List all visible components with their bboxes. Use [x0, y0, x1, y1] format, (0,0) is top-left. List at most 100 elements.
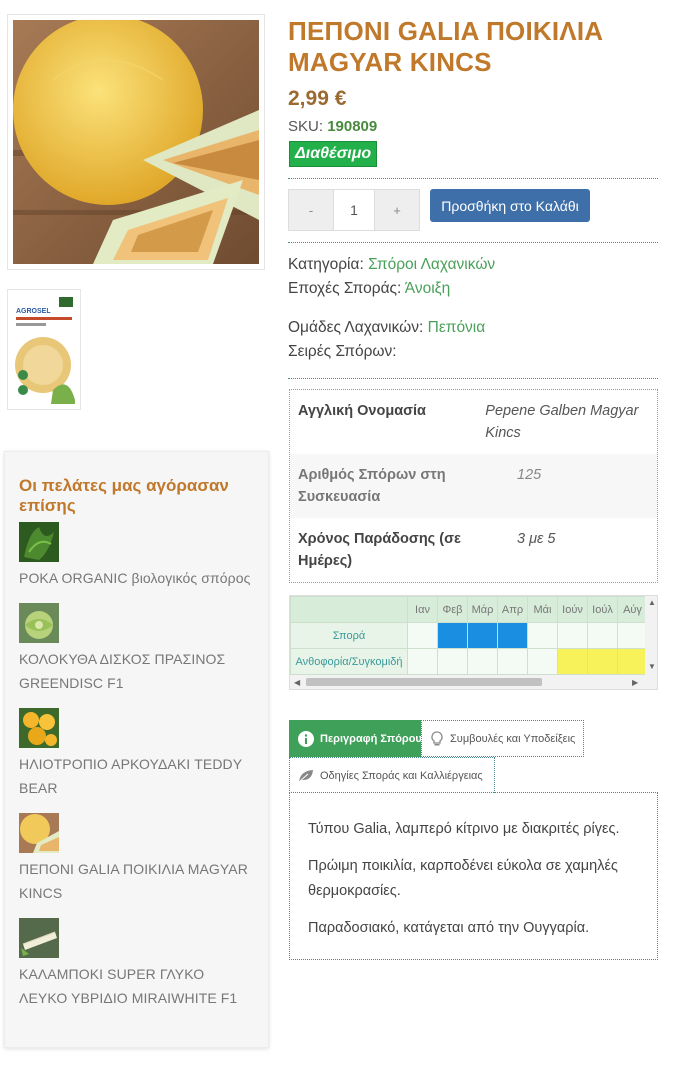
divider — [288, 378, 658, 379]
month-header: Μάρ — [467, 596, 498, 623]
product-thumb[interactable] — [19, 602, 59, 643]
calendar-cell-active — [497, 622, 528, 649]
product-thumbnail[interactable]: AGROSEL — [7, 289, 81, 410]
scrollbar-thumb[interactable] — [306, 678, 542, 686]
attribute-key: Χρόνος Παράδοσης (σε Ημέρες) — [298, 531, 461, 569]
tab-tips[interactable]: Συμβουλές και Υποδείξεις — [421, 720, 584, 757]
divider — [288, 178, 658, 179]
description-paragraph: Τύπου Galia, λαμπερό κίτρινο με διακριτέ… — [308, 821, 620, 837]
tab-panel-description: Τύπου Galia, λαμπερό κίτρινο με διακριτέ… — [289, 792, 658, 960]
month-header: Μάι — [527, 596, 558, 623]
calendar-header-row: Ιαν Φεβ Μάρ Απρ Μάι Ιούν Ιούλ Αύγ — [290, 596, 648, 623]
groups-label: Ομάδες Λαχανικών: — [288, 319, 424, 336]
product-sku: SKU: 190809 — [288, 118, 377, 135]
product-price: 2,99 € — [288, 87, 347, 110]
product-title: ΠΕΠΟΝΙ GALIA ΠΟΙΚΙΛΙΑ MAGYAR KINCS — [288, 16, 604, 77]
calendar-cell-active — [557, 648, 588, 675]
product-thumb[interactable] — [19, 522, 59, 562]
calendar-cell-active — [617, 648, 648, 675]
add-to-cart-button[interactable]: Προσθήκη στο Καλάθι — [430, 189, 590, 222]
calendar-row-sowing: Σπορά — [290, 622, 648, 649]
related-item[interactable]: ΚΑΛΑΜΠΟΚΙ SUPER ΓΛΥΚΟ ΛΕΥΚΟ ΥΒΡΙΔΙΟ MIRA… — [19, 917, 254, 1011]
tab-description[interactable]: Περιγραφή Σπόρου — [289, 720, 422, 757]
related-item[interactable]: ΚΟΛΟΚΥΘΑ ΔΙΣΚΟΣ ΠΡΑΣΙΝΟΣ GREENDISC F1 — [19, 602, 254, 696]
category-label: Κατηγορία: — [288, 256, 364, 273]
horizontal-scrollbar[interactable]: ◀ ▶ — [290, 675, 657, 689]
related-products-sidebar: Οι πελάτες μας αγόρασαν επίσης ΡΟΚΑ ORGA… — [4, 451, 269, 1048]
calendar-cell — [527, 622, 558, 649]
sidebar-title: Οι πελάτες μας αγόρασαν επίσης — [19, 476, 229, 515]
calendar-corner — [290, 596, 408, 623]
category-link[interactable]: Σπόροι Λαχανικών — [368, 256, 495, 273]
groups-link[interactable]: Πεπόνια — [428, 319, 486, 336]
qty-input[interactable]: 1 — [333, 190, 375, 230]
tab-label: Περιγραφή Σπόρου — [320, 732, 422, 745]
tab-label: Οδηγίες Σποράς και Καλλιέργειας — [320, 769, 483, 782]
seed-packet-image: AGROSEL — [13, 295, 75, 404]
category-row: Κατηγορία: Σπόροι Λαχανικών — [288, 253, 495, 277]
product-main-image[interactable] — [7, 14, 265, 270]
attribute-value: 3 με 5 — [517, 531, 556, 547]
season-row: Εποχές Σποράς: Άνοιξη — [288, 277, 450, 301]
calendar-cell-active — [467, 622, 498, 649]
season-label: Εποχές Σποράς: — [288, 280, 402, 297]
scroll-up-icon[interactable]: ▲ — [648, 598, 656, 607]
scroll-down-icon[interactable]: ▼ — [648, 662, 656, 671]
attribute-value: 125 — [517, 467, 542, 483]
tab-instructions[interactable]: Οδηγίες Σποράς και Καλλιέργειας — [289, 757, 495, 793]
month-header: Απρ — [497, 596, 528, 623]
attribute-row: Αγγλική Ονομασία Pepene Galben Magyar Ki… — [290, 390, 657, 454]
calendar-cell — [437, 648, 468, 675]
series-label: Σειρές Σπόρων: — [288, 343, 397, 360]
calendar-cell — [407, 622, 438, 649]
related-item-name[interactable]: ΠΕΠΟΝΙ GALIA ΠΟΙΚΙΛΙΑ MAGYAR KINCS — [19, 857, 254, 906]
vertical-scrollbar[interactable]: ▲ ▼ — [645, 596, 657, 676]
related-item-name[interactable]: ΡΟΚΑ ORGANIC βιολογικός σπόρος — [19, 566, 254, 591]
svg-text:AGROSEL: AGROSEL — [16, 308, 51, 315]
description-paragraph: Πρώιμη ποικιλία, καρποδένει εύκολα σε χα… — [308, 858, 618, 899]
related-item-name[interactable]: ΚΟΛΟΚΥΘΑ ΔΙΣΚΟΣ ΠΡΑΣΙΝΟΣ GREENDISC F1 — [19, 647, 254, 696]
calendar-cell-active — [437, 622, 468, 649]
attribute-row: Αριθμός Σπόρων στη Συσκευασία 125 — [290, 454, 657, 518]
info-icon — [298, 730, 314, 747]
product-thumb[interactable] — [19, 707, 59, 748]
scroll-left-icon[interactable]: ◀ — [294, 678, 300, 687]
calendar-row-label: Ανθοφορία/Συγκομιδή — [290, 648, 408, 675]
divider — [288, 242, 658, 243]
calendar-cell — [497, 648, 528, 675]
product-thumb[interactable] — [19, 917, 59, 958]
month-header: Ιαν — [407, 596, 438, 623]
quantity-stepper[interactable]: - 1 + — [288, 189, 420, 231]
calendar-row-label: Σπορά — [290, 622, 408, 649]
related-item[interactable]: ΗΛΙΟΤΡΟΠΙΟ ΑΡΚΟΥΔΑΚΙ TEDDY BEAR — [19, 707, 254, 801]
related-item[interactable]: ΠΕΠΟΝΙ GALIA ΠΟΙΚΙΛΙΑ MAGYAR KINCS — [19, 812, 254, 906]
description-paragraph: Παραδοσιακό, κατάγεται από την Ουγγαρία. — [308, 920, 590, 936]
scroll-right-icon[interactable]: ▶ — [632, 678, 638, 687]
calendar-cell — [617, 622, 648, 649]
month-header: Αύγ — [617, 596, 648, 623]
month-header: Ιούλ — [587, 596, 618, 623]
month-header: Ιούν — [557, 596, 588, 623]
product-thumb[interactable] — [19, 812, 59, 853]
stock-badge: Διαθέσιμο — [289, 141, 378, 167]
sku-value: 190809 — [327, 118, 378, 135]
attribute-key: Αγγλική Ονομασία — [298, 403, 426, 419]
qty-plus-button[interactable]: + — [375, 190, 419, 230]
melon-photo — [13, 20, 259, 264]
calendar-cell-active — [587, 648, 618, 675]
calendar-table: Ιαν Φεβ Μάρ Απρ Μάι Ιούν Ιούλ Αύγ Σπορά — [290, 596, 648, 675]
sowing-calendar[interactable]: Ιαν Φεβ Μάρ Απρ Μάι Ιούν Ιούλ Αύγ Σπορά — [289, 595, 658, 690]
qty-minus-button[interactable]: - — [289, 190, 333, 230]
season-link[interactable]: Άνοιξη — [405, 280, 450, 297]
calendar-cell — [587, 622, 618, 649]
calendar-cell — [467, 648, 498, 675]
related-item-name[interactable]: ΗΛΙΟΤΡΟΠΙΟ ΑΡΚΟΥΔΑΚΙ TEDDY BEAR — [19, 752, 254, 801]
attribute-value: Pepene Galben Magyar Kincs — [485, 403, 639, 441]
calendar-cell — [407, 648, 438, 675]
attribute-key: Αριθμός Σπόρων στη Συσκευασία — [298, 467, 446, 505]
related-item-name[interactable]: ΚΑΛΑΜΠΟΚΙ SUPER ΓΛΥΚΟ ΛΕΥΚΟ ΥΒΡΙΔΙΟ MIRA… — [19, 962, 254, 1011]
related-item[interactable]: ΡΟΚΑ ORGANIC βιολογικός σπόρος — [19, 522, 254, 591]
month-header: Φεβ — [437, 596, 468, 623]
leaf-icon — [298, 769, 314, 783]
sku-label: SKU: — [288, 118, 324, 135]
